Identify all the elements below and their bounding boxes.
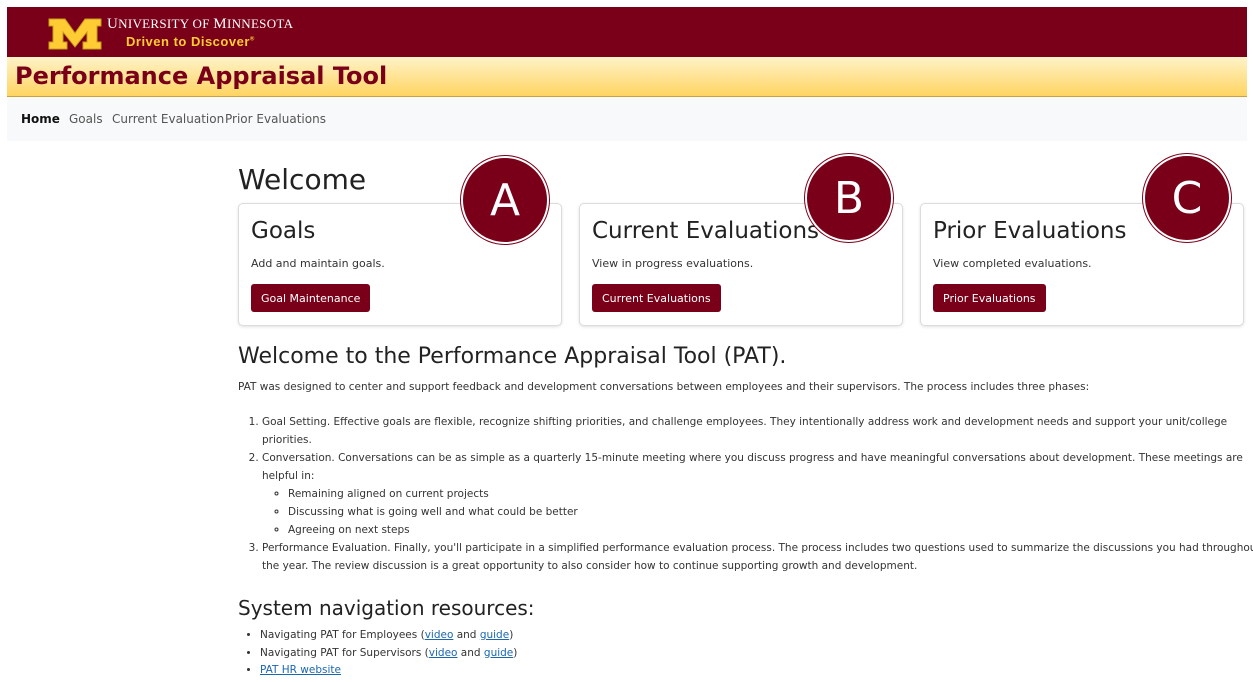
- resources-heading: System navigation resources:: [238, 596, 535, 620]
- list-item: Goal Setting. Effective goals are flexib…: [262, 413, 1253, 449]
- list-item: Navigating PAT for Supervisors (video an…: [260, 645, 860, 663]
- list-item: Conversation. Conversations can be as si…: [262, 449, 1253, 539]
- main-nav: Home Goals Current Evaluation Prior Eval…: [7, 97, 1247, 141]
- annotation-badge-c: C: [1143, 154, 1231, 242]
- card-description: Add and maintain goals.: [251, 257, 385, 270]
- resources-list: Navigating PAT for Employees (video and …: [238, 627, 860, 680]
- list-item: Agreeing on next steps: [288, 521, 1253, 539]
- annotation-badge-b: B: [805, 154, 893, 242]
- list-item: Discussing what is going well and what c…: [288, 503, 1253, 521]
- supervisor-video-link[interactable]: video: [429, 647, 458, 659]
- nav-current-evaluation[interactable]: Current Evaluation: [112, 112, 224, 126]
- sub-list: Remaining aligned on current projects Di…: [262, 485, 1253, 539]
- card-title: Goals: [251, 218, 316, 244]
- card-description: View in progress evaluations.: [592, 257, 754, 270]
- university-m-logo[interactable]: [47, 17, 103, 51]
- nav-home[interactable]: Home: [21, 112, 60, 126]
- list-item: Navigating PAT for Employees (video and …: [260, 627, 860, 645]
- pat-hr-website-link[interactable]: PAT HR website: [260, 664, 341, 676]
- prior-evaluations-button[interactable]: Prior Evaluations: [933, 284, 1046, 312]
- current-evaluations-button[interactable]: Current Evaluations: [592, 284, 721, 312]
- app-title-bar: Performance Appraisal Tool: [7, 57, 1247, 97]
- card-title: Prior Evaluations: [933, 218, 1127, 244]
- card-title: Current Evaluations: [592, 218, 820, 244]
- list-item: PAT HR website: [260, 662, 860, 680]
- list-item: Performance Evaluation. Finally, you'll …: [262, 539, 1253, 575]
- university-name: UNIVERSITY OF MINNESOTA: [107, 16, 294, 32]
- supervisor-guide-link[interactable]: guide: [484, 647, 513, 659]
- tagline: Driven to Discover®: [126, 34, 255, 49]
- annotation-badge-a: A: [461, 156, 549, 244]
- goal-maintenance-button[interactable]: Goal Maintenance: [251, 284, 371, 312]
- page-title: Performance Appraisal Tool: [15, 62, 388, 90]
- university-header: UNIVERSITY OF MINNESOTA Driven to Discov…: [7, 7, 1247, 57]
- phases-list: Goal Setting. Effective goals are flexib…: [238, 413, 1253, 575]
- welcome-heading: Welcome: [238, 163, 367, 196]
- intro-text: PAT was designed to center and support f…: [238, 381, 1090, 393]
- employee-video-link[interactable]: video: [425, 629, 454, 641]
- intro-heading: Welcome to the Performance Appraisal Too…: [238, 344, 787, 369]
- card-description: View completed evaluations.: [933, 257, 1092, 270]
- nav-prior-evaluations[interactable]: Prior Evaluations: [225, 112, 326, 126]
- nav-goals[interactable]: Goals: [69, 112, 103, 126]
- list-item: Remaining aligned on current projects: [288, 485, 1253, 503]
- employee-guide-link[interactable]: guide: [480, 629, 509, 641]
